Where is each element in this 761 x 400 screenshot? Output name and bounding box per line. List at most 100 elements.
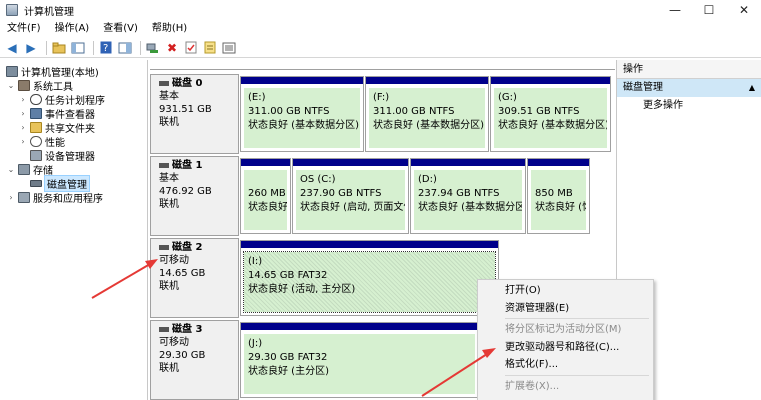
menu-view[interactable]: 查看(V) xyxy=(96,20,145,38)
tree-item-shared-folders[interactable]: › 共享文件夹 xyxy=(18,120,95,135)
partition-size: 237.90 GB NTFS xyxy=(300,188,382,199)
up-folder-icon[interactable] xyxy=(51,40,67,56)
partition-i[interactable]: (I:) 14.65 GB FAT32 状态良好 (活动, 主分区) xyxy=(240,240,499,316)
device-manager-icon xyxy=(30,149,42,161)
disk-0-label[interactable]: 磁盘 0 基本 931.51 GB 联机 xyxy=(150,74,239,154)
menu-file[interactable]: 文件(F) xyxy=(0,20,48,38)
collapse-chevron-icon[interactable]: ⌄ xyxy=(6,165,16,174)
partition-title xyxy=(535,173,586,187)
partition-title: (F:) xyxy=(373,92,390,103)
menu-help[interactable]: 帮助(H) xyxy=(145,20,194,38)
delete-icon[interactable]: ✖ xyxy=(164,40,180,56)
partition-bar xyxy=(241,77,363,84)
disk-icon xyxy=(159,81,169,86)
partition-bar xyxy=(366,77,488,84)
computer-management-window: 计算机管理 — ☐ ✕ 文件(F) 操作(A) 查看(V) 帮助(H) ◀ ▶ … xyxy=(0,0,761,400)
disk-icon xyxy=(159,245,169,250)
partition-size: 14.65 GB FAT32 xyxy=(248,270,328,281)
actions-section-label: 磁盘管理 xyxy=(623,82,663,93)
forward-arrow-icon[interactable]: ▶ xyxy=(23,40,39,56)
partition-size: 311.00 GB NTFS xyxy=(373,106,455,117)
toolbar-separator xyxy=(93,40,94,55)
partition-recovery[interactable]: 850 MB 状态良好 (恢 xyxy=(527,158,590,234)
tree-item-system-tools[interactable]: ⌄ 系统工具 xyxy=(6,78,73,93)
collapse-chevron-icon[interactable]: ⌄ xyxy=(6,81,16,90)
services-icon xyxy=(18,191,30,203)
show-tree-icon[interactable] xyxy=(70,40,86,56)
partition-status: 状态良好 (启动, 页面文件, xyxy=(300,202,405,213)
partition-status: 状态良好 (基本数据分区) xyxy=(248,120,359,131)
expand-chevron-icon[interactable]: › xyxy=(18,109,28,118)
window-title: 计算机管理 xyxy=(24,6,74,18)
export-list-icon[interactable] xyxy=(221,40,237,56)
partition-bar xyxy=(241,159,290,166)
actions-header: 操作 xyxy=(617,60,761,79)
computer-icon xyxy=(6,65,18,77)
menu-item-format[interactable]: 格式化(F)... xyxy=(478,356,653,374)
connect-icon[interactable] xyxy=(145,40,161,56)
minimize-button[interactable]: — xyxy=(658,0,692,20)
toolbar-separator xyxy=(140,40,141,55)
partition-size: 309.51 GB NTFS xyxy=(498,106,580,117)
disk-management-icon xyxy=(30,179,42,187)
menu-item-open[interactable]: 打开(O) xyxy=(478,282,653,300)
tree-item-performance[interactable]: › 性能 xyxy=(18,134,65,149)
tree-item-disk-management[interactable]: 磁盘管理 xyxy=(28,174,90,192)
close-button[interactable]: ✕ xyxy=(727,0,761,20)
actions-section-disk-management[interactable]: 磁盘管理 ▲ xyxy=(617,79,761,97)
properties-icon[interactable] xyxy=(183,40,199,56)
menu-item-change-drive-letter[interactable]: 更改驱动器号和路径(C)... xyxy=(478,339,653,357)
expand-chevron-icon[interactable]: › xyxy=(6,193,16,202)
menu-action[interactable]: 操作(A) xyxy=(48,20,97,38)
svg-text:?: ? xyxy=(103,43,108,54)
menu-item-explorer[interactable]: 资源管理器(E) xyxy=(478,300,653,318)
maximize-button[interactable]: ☐ xyxy=(692,0,726,20)
disk-icon xyxy=(159,163,169,168)
partition-size: 260 MB xyxy=(248,188,286,199)
partition-efi[interactable]: 260 MB 状态良好 xyxy=(240,158,291,234)
clock-icon xyxy=(30,93,42,105)
context-menu: 打开(O) 资源管理器(E) 将分区标记为活动分区(M) 更改驱动器号和路径(C… xyxy=(477,279,654,400)
disk-2-label[interactable]: 磁盘 2 可移动 14.65 GB 联机 xyxy=(150,238,239,318)
partition-bar xyxy=(528,159,589,166)
performance-icon xyxy=(30,135,42,147)
collapse-arrow-icon[interactable]: ▲ xyxy=(749,79,755,97)
disk-size: 14.65 GB xyxy=(159,268,206,279)
disk-status: 联机 xyxy=(159,117,179,128)
tree-item-storage[interactable]: ⌄ 存储 xyxy=(6,162,53,177)
console-tree: 计算机管理(本地) ⌄ 系统工具 › 任务计划程序 › 事件查看器 › 共享文件… xyxy=(0,60,148,400)
expand-chevron-icon[interactable]: › xyxy=(18,95,28,104)
partition-g[interactable]: (G:) 309.51 GB NTFS 状态良好 (基本数据分区) xyxy=(490,76,611,152)
partition-d[interactable]: (D:) 237.94 GB NTFS 状态良好 (基本数据分区) xyxy=(410,158,526,234)
refresh-icon[interactable] xyxy=(202,40,218,56)
menu-separator xyxy=(505,318,649,319)
help-icon[interactable]: ? xyxy=(98,40,114,56)
back-arrow-icon[interactable]: ◀ xyxy=(4,40,20,56)
shared-folder-icon xyxy=(30,121,42,133)
menu-separator xyxy=(505,374,649,376)
disk-type: 可移动 xyxy=(159,337,189,348)
partition-e[interactable]: (E:) 311.00 GB NTFS 状态良好 (基本数据分区) xyxy=(240,76,364,152)
expand-chevron-icon[interactable]: › xyxy=(18,137,28,146)
expand-chevron-icon[interactable]: › xyxy=(18,123,28,132)
disk-1-label[interactable]: 磁盘 1 基本 476.92 GB 联机 xyxy=(150,156,239,236)
partition-title: OS (C:) xyxy=(300,174,336,185)
partition-size: 311.00 GB NTFS xyxy=(248,106,330,117)
partition-status: 状态良好 (活动, 主分区) xyxy=(248,284,356,295)
show-pane-icon[interactable] xyxy=(117,40,133,56)
tree-item-computer-management[interactable]: 计算机管理(本地) xyxy=(4,64,99,79)
menu-item-extend-volume: 扩展卷(X)... xyxy=(505,380,560,392)
more-actions-item[interactable]: 更多操作 xyxy=(617,97,761,115)
partition-j[interactable]: (J:) 29.30 GB FAT32 状态良好 (主分区) xyxy=(240,322,479,398)
partition-f[interactable]: (F:) 311.00 GB NTFS 状态良好 (基本数据分区) xyxy=(365,76,489,152)
partition-c[interactable]: OS (C:) 237.90 GB NTFS 状态良好 (启动, 页面文件, xyxy=(292,158,409,234)
computer-management-icon xyxy=(6,4,18,16)
tree-item-task-scheduler[interactable]: › 任务计划程序 xyxy=(18,92,105,107)
tree-item-device-manager[interactable]: 设备管理器 xyxy=(28,148,95,163)
disk-type: 基本 xyxy=(159,91,179,102)
tree-item-services-apps[interactable]: › 服务和应用程序 xyxy=(6,190,103,205)
disk-3-label[interactable]: 磁盘 3 可移动 29.30 GB 联机 xyxy=(150,320,239,400)
event-viewer-icon xyxy=(30,107,42,119)
partition-title xyxy=(248,173,287,187)
tree-item-event-viewer[interactable]: › 事件查看器 xyxy=(18,106,95,121)
